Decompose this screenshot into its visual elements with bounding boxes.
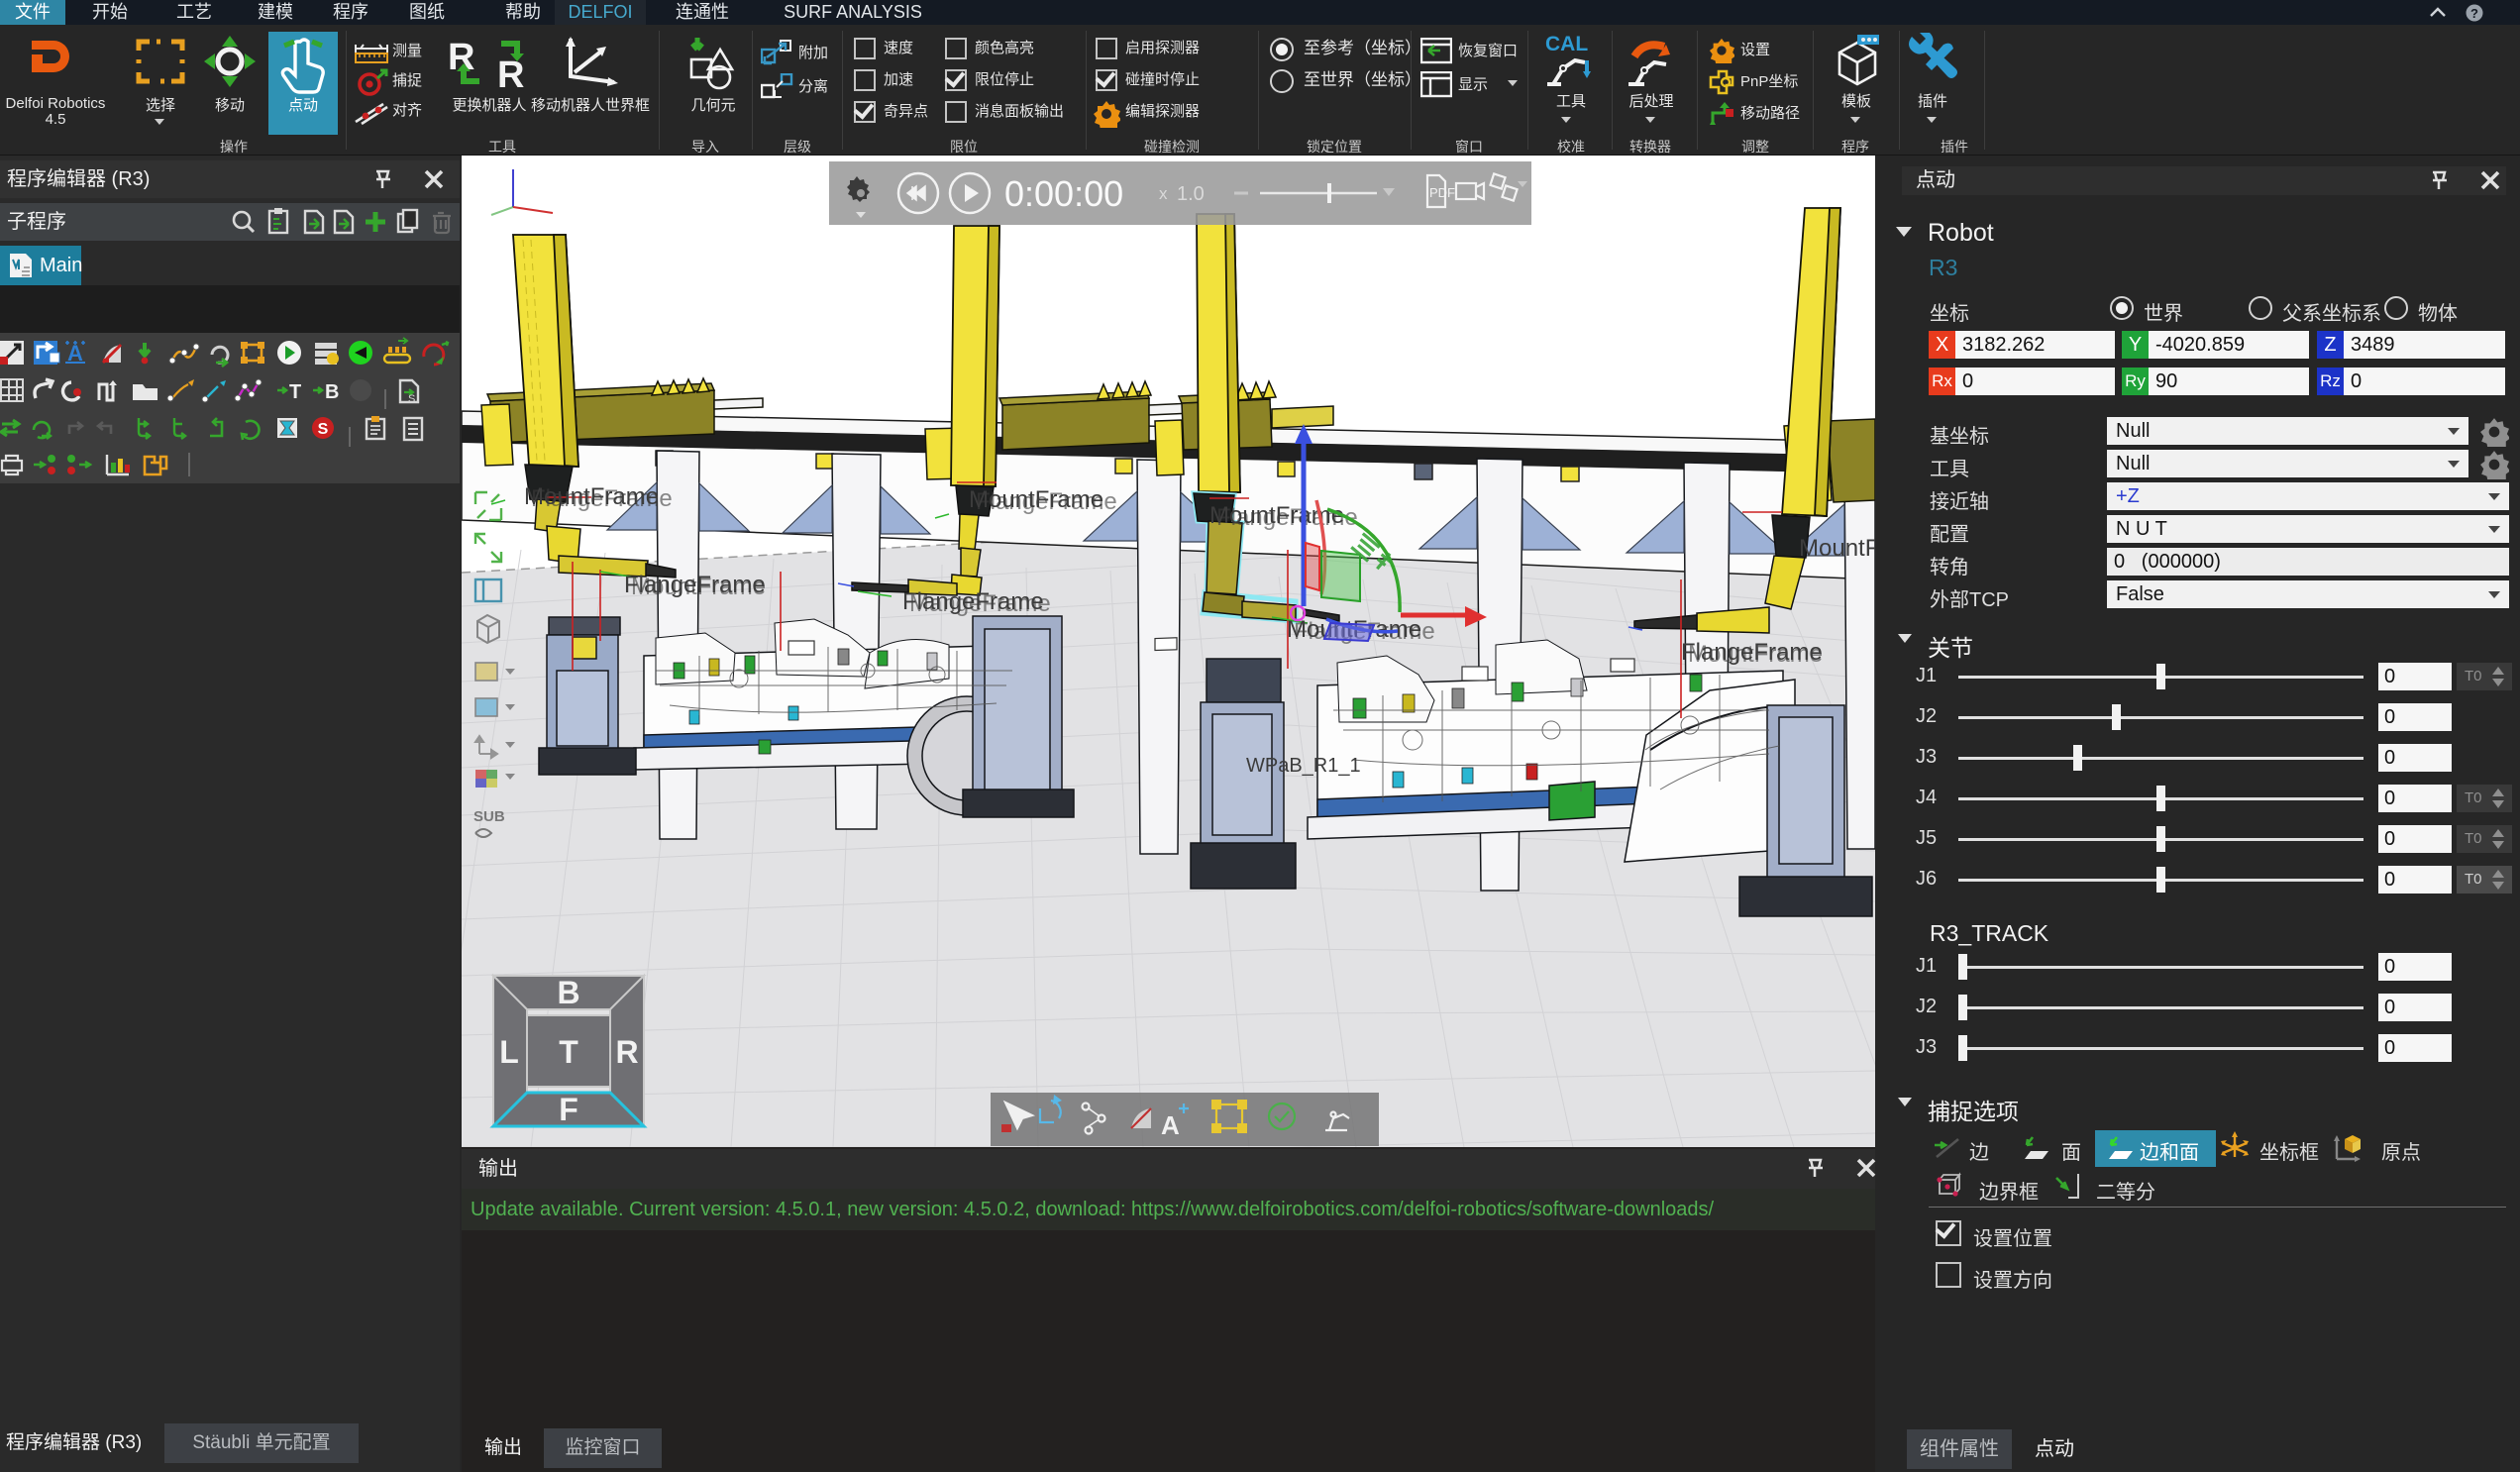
svg-text:MountFra: MountFra — [1799, 535, 1875, 562]
svg-text:T: T — [559, 1034, 578, 1070]
svg-text:0:00:00: 0:00:00 — [1004, 173, 1123, 214]
svg-text:T: T — [289, 381, 301, 403]
svg-text:S: S — [318, 421, 329, 438]
svg-text:FlangeFrame: FlangeFrame — [976, 488, 1117, 515]
svg-text:B: B — [325, 381, 339, 403]
svg-text:PDF: PDF — [1429, 185, 1455, 200]
svg-text:MountFrame: MountFrame — [1688, 641, 1823, 668]
svg-text:FlangeFrame: FlangeFrame — [531, 485, 673, 512]
svg-text:L: L — [499, 1034, 519, 1070]
svg-text:R: R — [497, 54, 524, 91]
svg-text:S: S — [408, 393, 415, 405]
svg-text:R: R — [615, 1034, 638, 1070]
svg-text:B: B — [557, 975, 579, 1010]
svg-text:MountFrame: MountFrame — [631, 574, 766, 600]
svg-text:SUB: SUB — [473, 808, 505, 825]
svg-text:1.0: 1.0 — [1177, 183, 1205, 205]
svg-text:WPaB_R1_1: WPaB_R1_1 — [1246, 755, 1361, 777]
svg-text:A: A — [1161, 1110, 1180, 1140]
svg-text:?: ? — [2470, 6, 2478, 21]
svg-text:F: F — [559, 1092, 578, 1127]
svg-text:x: x — [1159, 184, 1168, 203]
svg-text:CAL: CAL — [1545, 33, 1588, 55]
svg-text:FlangeFrame: FlangeFrame — [1216, 504, 1358, 531]
svg-text:MangeFrame: MangeFrame — [909, 590, 1051, 617]
